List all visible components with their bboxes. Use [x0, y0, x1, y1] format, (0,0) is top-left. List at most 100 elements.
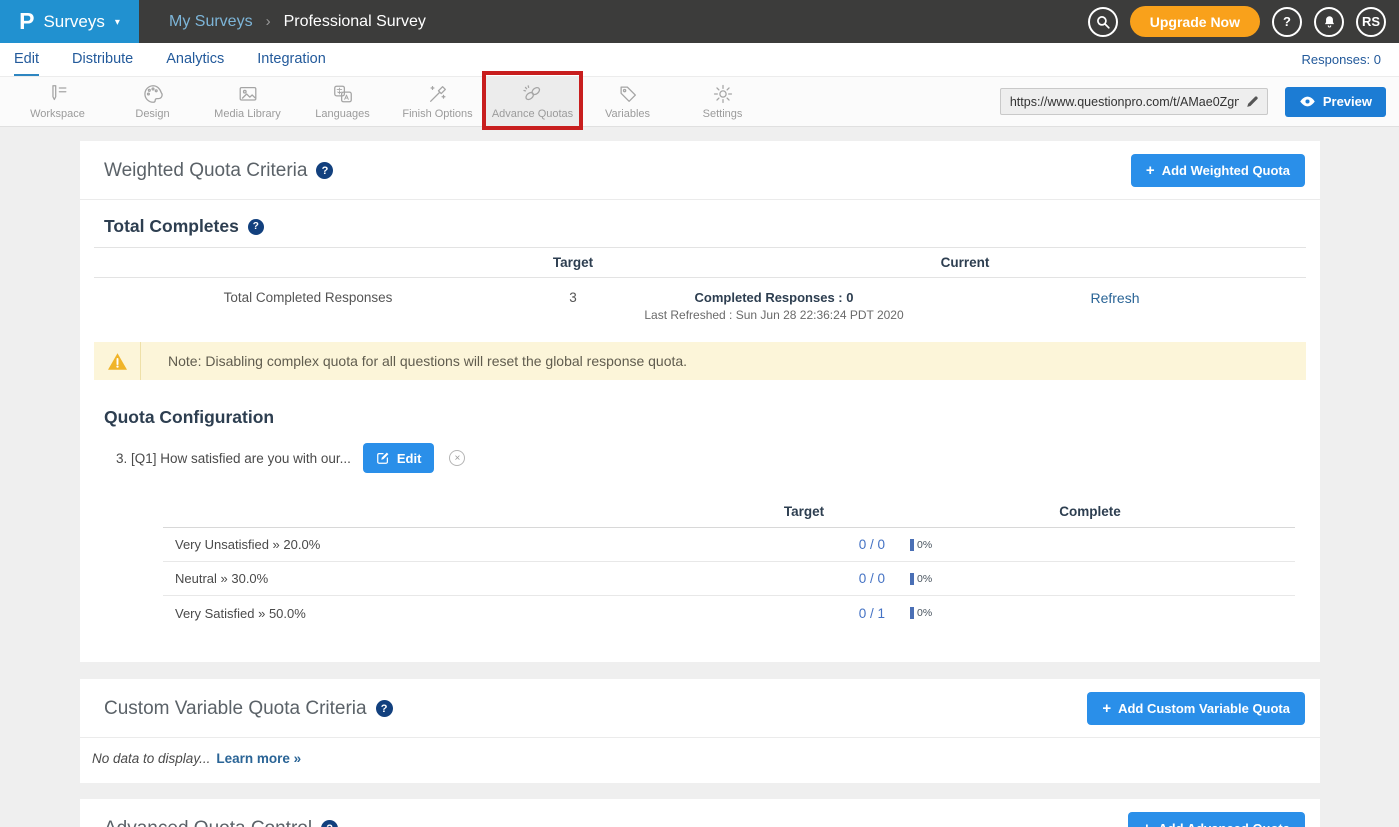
quota-row-target: 0 / 0 [723, 571, 885, 586]
quota-table-header: Target Complete [163, 498, 1295, 528]
quota-row-target: 0 / 0 [723, 537, 885, 552]
divider [80, 737, 1320, 738]
help-button[interactable]: ? [1272, 7, 1302, 37]
custom-variable-quota-title-text: Custom Variable Quota Criteria [104, 698, 367, 720]
app-logo-surveys-menu[interactable]: P Surveys ▾ [0, 0, 139, 43]
tab-analytics[interactable]: Analytics [166, 43, 224, 76]
tab-integration[interactable]: Integration [257, 43, 326, 76]
plus-icon: + [1146, 163, 1155, 179]
weighted-quota-card: Weighted Quota Criteria ? + Add Weighted… [80, 141, 1320, 662]
empty-header-cell [163, 506, 723, 520]
help-icon[interactable]: ? [316, 162, 333, 179]
toolbar-item-label: Variables [605, 108, 650, 120]
top-navbar: P Surveys ▾ My Surveys › Professional Su… [0, 0, 1399, 43]
weighted-quota-header: Weighted Quota Criteria ? + Add Weighted… [80, 141, 1320, 199]
weighted-quota-title-text: Weighted Quota Criteria [104, 160, 307, 182]
remove-quota-icon[interactable]: × [449, 450, 465, 466]
no-data-text: No data to display... [92, 751, 210, 766]
toolbar-item-variables[interactable]: Variables [580, 77, 675, 126]
tab-edit[interactable]: Edit [14, 43, 39, 76]
custom-variable-quota-header: Custom Variable Quota Criteria ? + Add C… [80, 679, 1320, 737]
toolbar-item-workspace[interactable]: Workspace [10, 77, 105, 126]
plus-icon: + [1102, 701, 1111, 717]
toolbar-item-media-library[interactable]: Media Library [200, 77, 295, 126]
tab-distribute[interactable]: Distribute [72, 43, 133, 76]
quota-row-target: 0 / 1 [723, 606, 885, 621]
responses-count: Responses: 0 [1302, 52, 1382, 67]
edit-url-pencil-icon[interactable] [1245, 94, 1260, 109]
preview-button[interactable]: Preview [1285, 87, 1386, 117]
advanced-quota-card: Advanced Quota Control ? + Add Advanced … [80, 799, 1320, 827]
quota-row-complete: 0% [885, 573, 1295, 585]
notifications-button[interactable] [1314, 7, 1344, 37]
survey-url-input[interactable] [1010, 95, 1239, 109]
quota-configuration-title-text: Quota Configuration [104, 407, 274, 428]
survey-toolbar: Workspace Design Media Library Languages [0, 76, 1399, 127]
settings-gear-icon [712, 83, 734, 105]
add-weighted-quota-button[interactable]: + Add Weighted Quota [1131, 154, 1305, 187]
bell-icon [1322, 14, 1337, 29]
toolbar-item-finish-options[interactable]: Finish Options [390, 77, 485, 126]
add-weighted-quota-label: Add Weighted Quota [1162, 163, 1290, 178]
main-content: Weighted Quota Criteria ? + Add Weighted… [0, 127, 1399, 827]
main-tabs: Edit Distribute Analytics Integration Re… [0, 43, 1399, 76]
note-banner: Note: Disabling complex quota for all qu… [94, 342, 1306, 380]
chevron-down-icon: ▾ [115, 15, 120, 28]
toolbar-item-settings[interactable]: Settings [675, 77, 770, 126]
media-library-icon [237, 83, 259, 105]
advanced-quota-title: Advanced Quota Control ? [104, 818, 338, 827]
refresh-link[interactable]: Refresh [924, 278, 1306, 326]
quota-question-text: 3. [Q1] How satisfied are you with our..… [116, 451, 351, 466]
current-value-cell: Completed Responses : 0 Last Refreshed :… [624, 278, 924, 326]
add-custom-variable-quota-button[interactable]: + Add Custom Variable Quota [1087, 692, 1305, 725]
toolbar-item-label: Design [135, 108, 169, 120]
quota-row-neutral: Neutral » 30.0% 0 / 0 0% [163, 562, 1295, 596]
progress-bar [910, 607, 914, 619]
quota-row-complete: 0% [885, 607, 1295, 619]
help-icon[interactable]: ? [321, 820, 338, 827]
advanced-quota-header: Advanced Quota Control ? + Add Advanced … [80, 799, 1320, 827]
eye-icon [1299, 95, 1316, 108]
learn-more-link[interactable]: Learn more » [216, 751, 301, 766]
edit-quota-button[interactable]: Edit [363, 443, 435, 473]
breadcrumb-current-survey: Professional Survey [284, 13, 426, 31]
add-advanced-quota-label: Add Advanced Quota [1158, 821, 1290, 827]
toolbar-item-languages[interactable]: Languages [295, 77, 390, 126]
toolbar-item-design[interactable]: Design [105, 77, 200, 126]
survey-url-box [1000, 88, 1268, 115]
toolbar-item-label: Finish Options [402, 108, 472, 120]
quota-row-label: Very Unsatisfied » 20.0% [163, 537, 723, 552]
add-custom-variable-quota-label: Add Custom Variable Quota [1118, 701, 1290, 716]
total-completes-row: Total Completed Responses 3 Completed Re… [94, 278, 1306, 326]
preview-button-label: Preview [1323, 94, 1372, 109]
toolbar-item-advance-quotas[interactable]: Advance Quotas [485, 77, 580, 126]
quota-configuration-title: Quota Configuration [104, 407, 1306, 428]
upgrade-now-button[interactable]: Upgrade Now [1130, 6, 1260, 37]
target-column-header: Target [723, 498, 885, 527]
quota-table: Target Complete Very Unsatisfied » 20.0%… [163, 498, 1295, 630]
quota-row-label: Neutral » 30.0% [163, 571, 723, 586]
toolbar-item-label: Languages [315, 108, 369, 120]
tab-integration-label: Integration [257, 51, 326, 67]
progress-bar [910, 573, 914, 585]
edit-pencil-icon [376, 451, 390, 465]
search-icon [1095, 14, 1111, 30]
finish-options-wand-icon [427, 83, 449, 105]
edit-button-label: Edit [397, 451, 422, 466]
add-advanced-quota-button[interactable]: + Add Advanced Quota [1128, 812, 1305, 827]
quota-row-very-satisfied: Very Satisfied » 50.0% 0 / 1 0% [163, 596, 1295, 630]
help-icon[interactable]: ? [376, 700, 393, 717]
tab-edit-label: Edit [14, 51, 39, 67]
help-icon[interactable]: ? [248, 219, 264, 235]
search-button[interactable] [1088, 7, 1118, 37]
toolbar-item-label: Settings [703, 108, 743, 120]
workspace-icon [47, 83, 69, 105]
topbar-actions: Upgrade Now ? RS [1088, 6, 1399, 37]
completed-responses-value: Completed Responses : 0 [624, 290, 924, 305]
user-avatar[interactable]: RS [1356, 7, 1386, 37]
note-text: Note: Disabling complex quota for all qu… [168, 353, 687, 369]
breadcrumb-my-surveys[interactable]: My Surveys [169, 13, 253, 31]
advance-quotas-chain-icon [522, 83, 544, 105]
progress-percent: 0% [917, 573, 932, 585]
quota-row-very-unsatisfied: Very Unsatisfied » 20.0% 0 / 0 0% [163, 528, 1295, 562]
